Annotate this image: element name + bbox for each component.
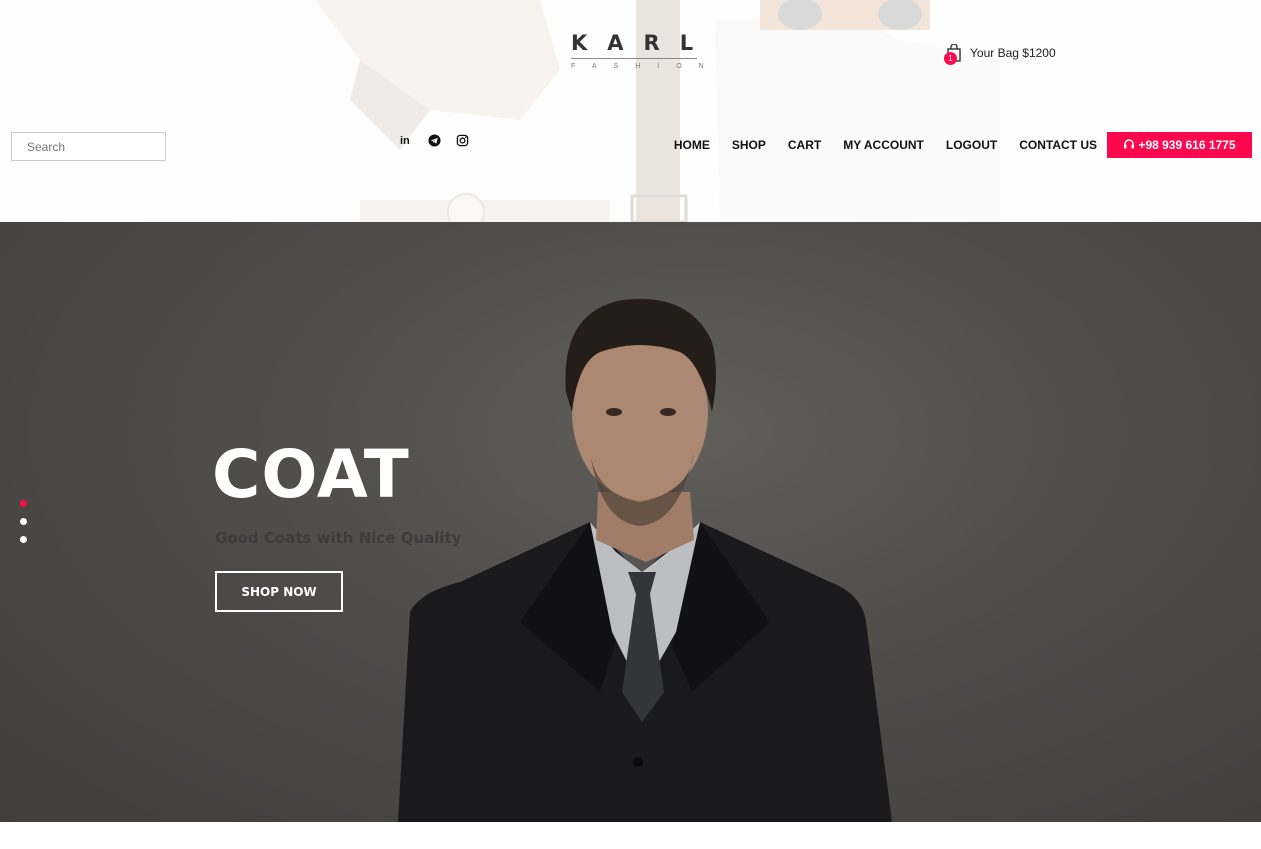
phone-contact-button[interactable]: +98 939 616 1775 bbox=[1107, 132, 1252, 158]
nav-home[interactable]: HOME bbox=[674, 138, 710, 152]
nav-logout[interactable]: LOGOUT bbox=[946, 138, 997, 152]
hero-slider: COAT Good Coats with Nice Quality SHOP N… bbox=[0, 222, 1261, 822]
social-links: in bbox=[400, 134, 470, 148]
slide-dot-1[interactable] bbox=[20, 500, 27, 507]
telegram-icon[interactable] bbox=[428, 134, 442, 148]
slide-dot-2[interactable] bbox=[20, 518, 27, 525]
nav-shop[interactable]: SHOP bbox=[732, 138, 766, 152]
shop-now-button[interactable]: SHOP NOW bbox=[215, 571, 343, 612]
slide-dot-3[interactable] bbox=[20, 536, 27, 543]
logo-divider bbox=[571, 58, 697, 59]
phone-number: +98 939 616 1775 bbox=[1138, 138, 1236, 152]
cart-count-badge: 1 bbox=[944, 52, 957, 65]
cart-total-label: Your Bag $1200 bbox=[970, 46, 1056, 60]
main-nav: HOME SHOP CART MY ACCOUNT LOGOUT CONTACT… bbox=[674, 138, 1097, 152]
nav-my-account[interactable]: MY ACCOUNT bbox=[843, 138, 924, 152]
headset-icon bbox=[1123, 138, 1135, 153]
hero-model-photo bbox=[0, 222, 1261, 822]
instagram-icon[interactable] bbox=[456, 134, 470, 148]
slider-pagination bbox=[20, 500, 27, 543]
hero-subtitle: Good Coats with Nice Quality bbox=[215, 529, 462, 547]
logo-wordmark: KARL bbox=[571, 31, 714, 55]
site-header: KARL FASHION 1 Your Bag $1200 in bbox=[0, 0, 1261, 222]
logo-tagline: FASHION bbox=[571, 63, 721, 70]
hero-title: COAT bbox=[212, 436, 410, 513]
brand-logo[interactable]: KARL FASHION bbox=[571, 31, 721, 70]
nav-cart[interactable]: CART bbox=[788, 138, 821, 152]
bag-icon: 1 bbox=[944, 43, 962, 65]
cart-bag-link[interactable]: 1 Your Bag $1200 bbox=[944, 43, 1056, 65]
linkedin-icon[interactable]: in bbox=[400, 134, 414, 148]
search-input[interactable] bbox=[11, 132, 166, 161]
nav-contact-us[interactable]: CONTACT US bbox=[1019, 138, 1097, 152]
